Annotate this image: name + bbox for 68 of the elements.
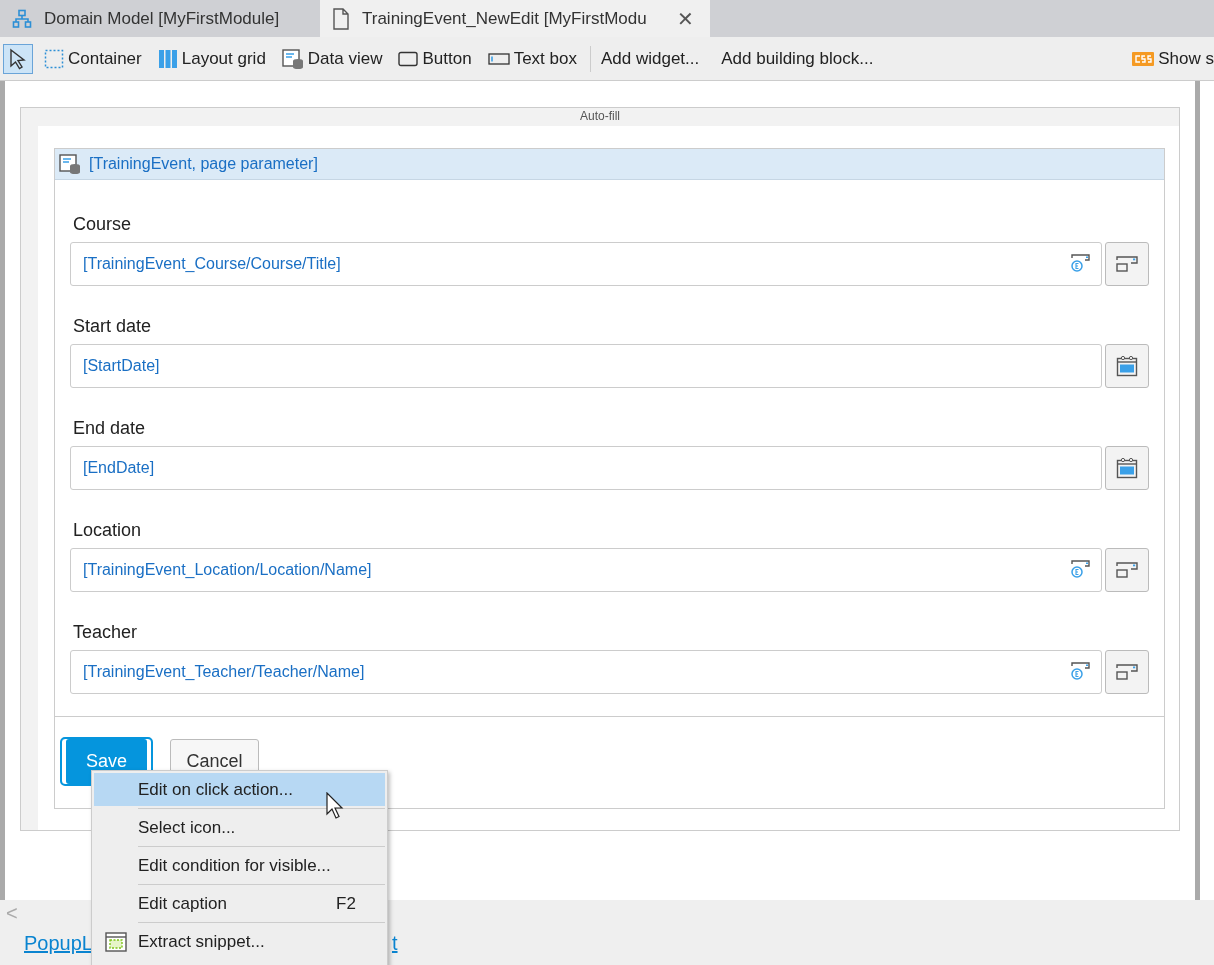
- input-field[interactable]: [TrainingEvent_Teacher/Teacher/Name]: [70, 650, 1102, 694]
- toolbar-tool[interactable]: Data view: [276, 44, 388, 73]
- diagram-icon: [12, 8, 32, 29]
- tab-label: TrainingEvent_NewEdit [MyFirstModu: [362, 8, 647, 29]
- menu-item[interactable]: Select icon...: [94, 811, 385, 844]
- data-view-title: [TrainingEvent, page parameter]: [89, 155, 318, 173]
- data-view-icon: [59, 154, 81, 174]
- tool-label: Button: [422, 48, 472, 69]
- editor-tab[interactable]: Domain Model [MyFirstModule]: [0, 0, 320, 37]
- toolbar-tool[interactable]: Container: [39, 44, 147, 73]
- menu-item[interactable]: Edit condition for visible...: [94, 849, 385, 882]
- toolbar-tool[interactable]: Layout grid: [152, 44, 271, 73]
- page-icon: [332, 7, 350, 30]
- input-field[interactable]: [TrainingEvent_Course/Course/Title]: [70, 242, 1102, 286]
- field-label: Teacher: [73, 622, 139, 642]
- field-label: Location: [73, 520, 143, 540]
- reference-icon: [1069, 253, 1091, 275]
- calendar-icon: [1116, 355, 1138, 377]
- shortcut-label: F2: [336, 893, 356, 914]
- input-field[interactable]: [TrainingEvent_Location/Location/Name]: [70, 548, 1102, 592]
- pointer-icon: [8, 47, 28, 70]
- input-field[interactable]: [EndDate]: [70, 446, 1102, 490]
- button-icon: [398, 50, 419, 67]
- tab-label: Domain Model [MyFirstModule]: [44, 8, 280, 29]
- menu-item[interactable]: Extract snippet...: [94, 925, 385, 958]
- editor-tab[interactable]: TrainingEvent_NewEdit [MyFirstModu ✕: [320, 0, 710, 37]
- reference-icon: [1069, 661, 1091, 683]
- picker-button[interactable]: [1105, 548, 1149, 592]
- show-styles-button[interactable]: Show s: [1132, 48, 1214, 69]
- menu-item[interactable]: Edit caption F2: [94, 887, 385, 920]
- reference-icon: [1069, 559, 1091, 581]
- picker-button[interactable]: [1105, 344, 1149, 388]
- field-label: Course: [73, 214, 133, 234]
- tool-label: Data view: [307, 48, 383, 69]
- toolbar-tool[interactable]: Button: [393, 44, 477, 73]
- link[interactable]: t: [391, 932, 398, 955]
- select-icon: [1115, 256, 1139, 272]
- tool-label: Text box: [513, 48, 577, 69]
- menu-item-label: Edit caption: [138, 893, 227, 914]
- tool-label: Layout grid: [181, 48, 266, 69]
- css-icon: [1132, 51, 1155, 66]
- field-label: End date: [73, 418, 147, 438]
- snippet-icon: [105, 931, 127, 952]
- menu-item-label: Extract snippet...: [138, 931, 265, 952]
- calendar-icon: [1116, 457, 1138, 479]
- region-caption: Auto-fill: [579, 108, 621, 125]
- menu-item[interactable]: Edit on click action...: [94, 773, 385, 806]
- field-label: Start date: [73, 316, 153, 336]
- menu-item-label: Select icon...: [138, 817, 236, 838]
- text-box-icon: [487, 52, 510, 65]
- select-icon: [1115, 562, 1139, 578]
- toolbar-tool[interactable]: Text box: [482, 44, 582, 73]
- picker-button[interactable]: [1105, 446, 1149, 490]
- data-view-icon: [281, 48, 304, 69]
- close-icon[interactable]: ✕: [677, 6, 694, 31]
- mouse-cursor-icon: [326, 792, 346, 820]
- link[interactable]: PopupL: [24, 932, 93, 955]
- container-icon: [44, 48, 64, 69]
- toolbar-action[interactable]: Add widget...: [600, 48, 700, 69]
- picker-button[interactable]: [1105, 650, 1149, 694]
- tool-label: Container: [68, 48, 142, 69]
- select-icon: [1115, 664, 1139, 680]
- toolbar-tool[interactable]: [3, 43, 33, 74]
- menu-item-label: Edit condition for visible...: [138, 855, 331, 876]
- input-field[interactable]: [StartDate]: [70, 344, 1102, 388]
- columns-icon: [157, 48, 178, 69]
- picker-button[interactable]: [1105, 242, 1149, 286]
- toolbar-action[interactable]: Add building block...: [721, 48, 874, 69]
